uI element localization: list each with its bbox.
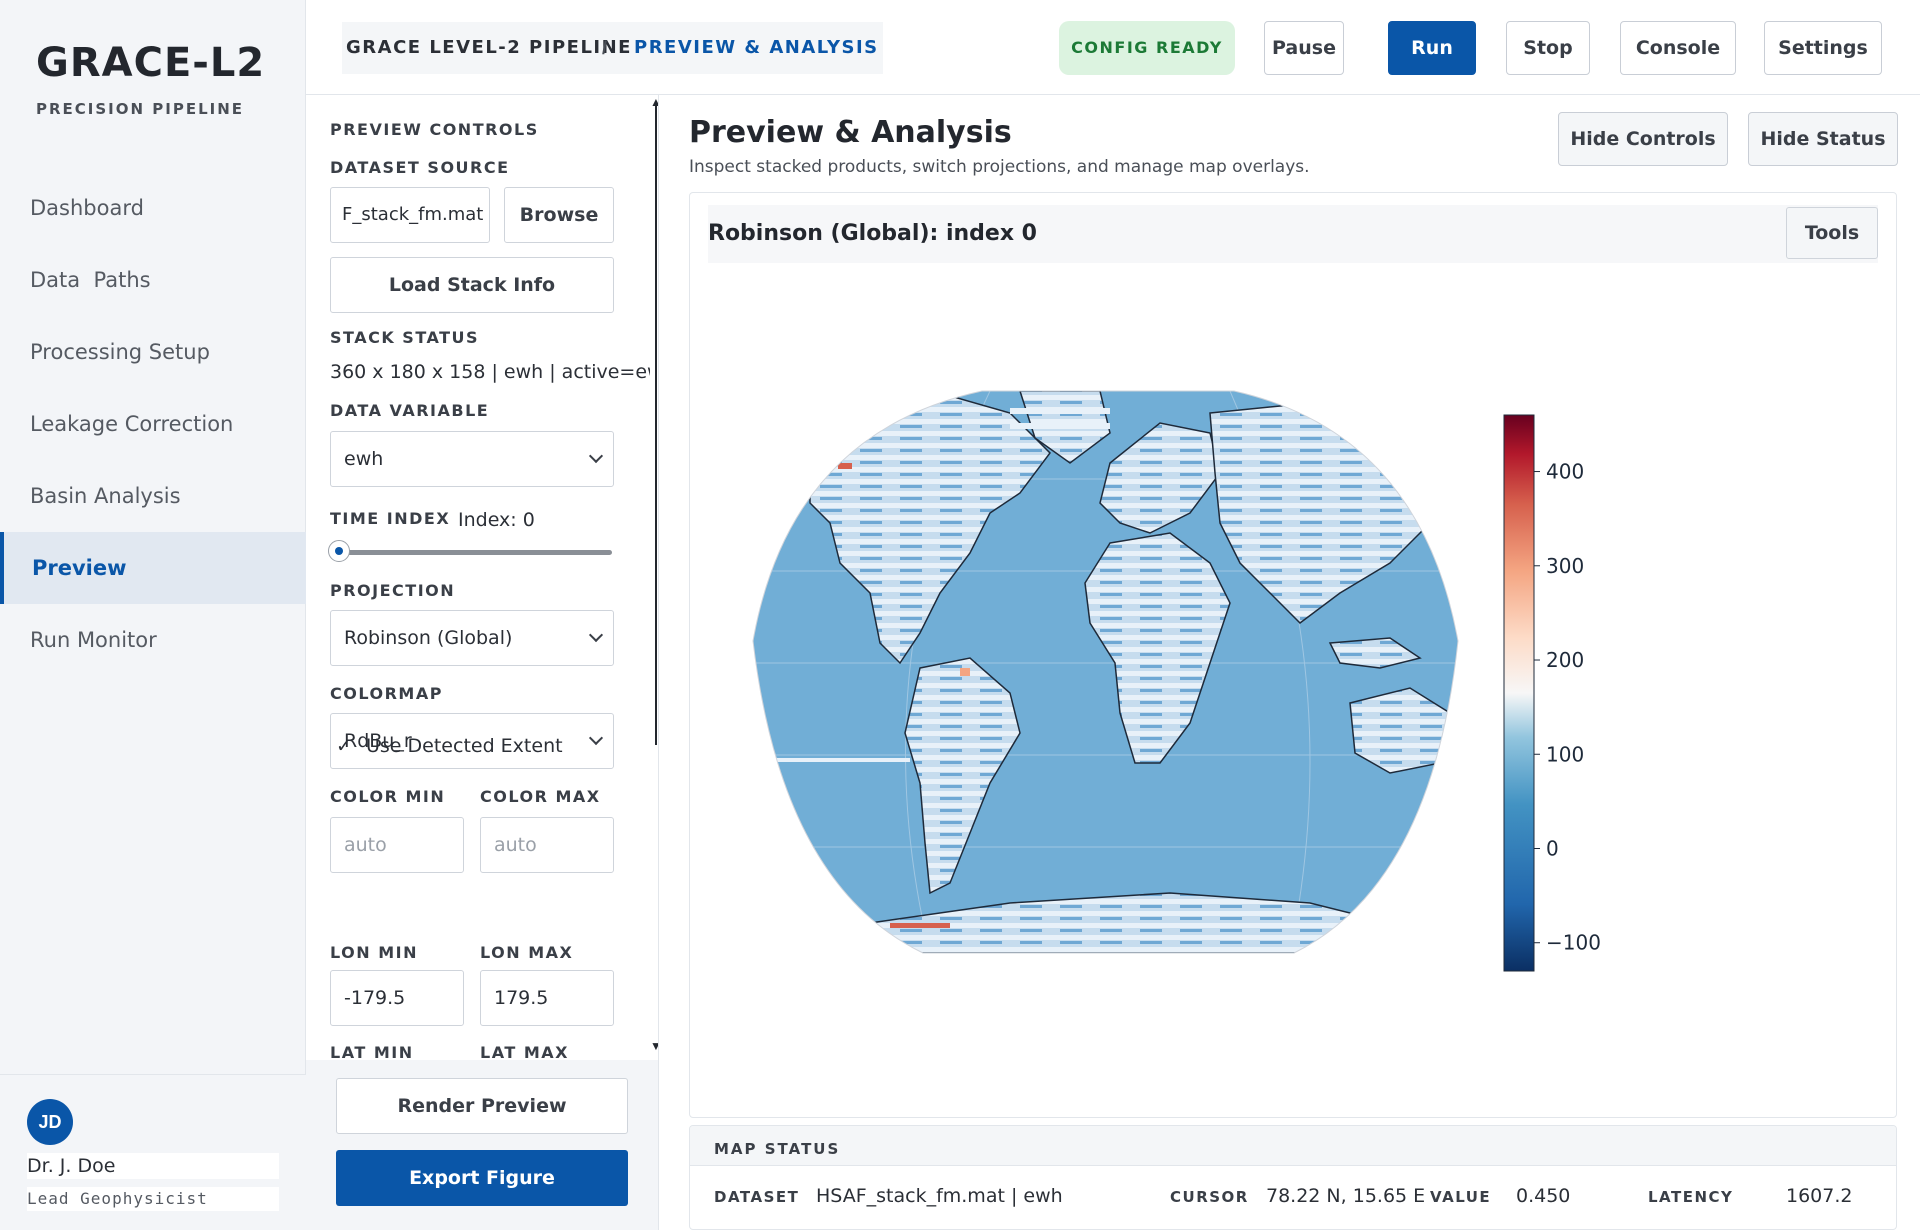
sidebar: GRACE-L2 PRECISION PIPELINE Dashboard Da… xyxy=(0,0,306,1230)
time-index-slider-thumb[interactable] xyxy=(328,540,350,562)
settings-button[interactable]: Settings xyxy=(1764,21,1882,75)
colorbar-tick-label: 100 xyxy=(1546,742,1584,766)
stack-status-value: 360 x 180 x 158 | ewh | active=ew xyxy=(330,361,650,383)
page-subtitle: Inspect stacked products, switch project… xyxy=(689,157,1310,177)
sidebar-item-dashboard[interactable]: Dashboard xyxy=(0,172,306,244)
projection-select[interactable]: Robinson (Global) xyxy=(330,610,614,666)
controls-scrollbar[interactable]: ▲ ▼ xyxy=(650,95,662,1060)
use-detected-extent-label[interactable]: Use Detected Extent xyxy=(366,735,563,757)
map-card: Robinson (Global): index 0 Tools 400 300… xyxy=(689,192,1897,1118)
map-title-bar: Robinson (Global): index 0 Tools xyxy=(708,205,1878,263)
top-bar: GRACE LEVEL-2 PIPELINE / PREVIEW & ANALY… xyxy=(306,0,1920,95)
controls-section-title: PREVIEW CONTROLS xyxy=(330,120,539,139)
export-figure-button[interactable]: Export Figure xyxy=(336,1150,628,1206)
dataset-source-label: DATASET SOURCE xyxy=(330,158,510,177)
status-cursor-value: 78.22 N, 15.65 E xyxy=(1266,1185,1426,1207)
preview-actions: Render Preview Export Figure xyxy=(306,1060,658,1230)
pause-button[interactable]: Pause xyxy=(1264,21,1344,75)
config-status-badge: CONFIG READY xyxy=(1059,21,1235,75)
run-button[interactable]: Run xyxy=(1388,21,1476,75)
avatar[interactable]: JD xyxy=(27,1099,73,1145)
color-max-input[interactable]: auto xyxy=(480,817,614,873)
lon-min-label: LON MIN xyxy=(330,943,418,962)
projection-value: Robinson (Global) xyxy=(344,627,513,649)
colorbar-tick-label: −100 xyxy=(1546,931,1601,955)
render-preview-button[interactable]: Render Preview xyxy=(336,1078,628,1134)
status-cursor-label: CURSOR xyxy=(1170,1188,1249,1206)
map-status-panel: MAP STATUS DATASET HSAF_stack_fm.mat | e… xyxy=(689,1125,1897,1230)
lat-max-label: LAT MAX xyxy=(480,1043,569,1060)
data-variable-select[interactable]: ewh xyxy=(330,431,614,487)
colorbar: 400 300 200 100 0 −100 xyxy=(1503,414,1601,972)
sidebar-item-processing-setup[interactable]: Processing Setup xyxy=(0,316,306,388)
color-max-label: COLOR MAX xyxy=(480,787,601,806)
colorbar-tick-label: 300 xyxy=(1546,554,1584,578)
stack-status-label: STACK STATUS xyxy=(330,328,480,347)
status-latency-value: 1607.2 xyxy=(1786,1185,1853,1207)
user-role: Lead Geophysicist xyxy=(27,1187,279,1211)
lon-max-label: LON MAX xyxy=(480,943,574,962)
load-stack-info-button[interactable]: Load Stack Info xyxy=(330,257,614,313)
sidebar-item-basin-analysis[interactable]: Basin Analysis xyxy=(0,460,306,532)
time-index-value: Index: 0 xyxy=(458,509,535,531)
breadcrumb-root[interactable]: GRACE LEVEL-2 PIPELINE xyxy=(342,22,636,74)
data-variable-label: DATA VARIABLE xyxy=(330,401,490,420)
map-title: Robinson (Global): index 0 xyxy=(708,221,1037,246)
sidebar-item-data-paths[interactable]: Data Paths xyxy=(0,244,306,316)
chevron-down-icon xyxy=(588,448,604,464)
user-name: Dr. J. Doe xyxy=(27,1153,279,1179)
breadcrumb-current: PREVIEW & ANALYSIS xyxy=(630,22,883,74)
map-figure[interactable]: 400 300 200 100 0 −100 xyxy=(690,263,1896,1113)
chevron-down-icon xyxy=(588,730,604,746)
hide-status-button[interactable]: Hide Status xyxy=(1748,112,1898,166)
map-globe xyxy=(753,391,1458,953)
status-value-label: VALUE xyxy=(1430,1188,1492,1206)
tools-button[interactable]: Tools xyxy=(1786,207,1878,259)
sidebar-item-run-monitor[interactable]: Run Monitor xyxy=(0,604,306,676)
user-panel: JD Dr. J. Doe Lead Geophysicist xyxy=(0,1074,306,1230)
dataset-source-input[interactable]: F_stack_fm.mat xyxy=(330,187,490,243)
colorbar-tick-label: 400 xyxy=(1546,460,1584,484)
lon-max-input[interactable]: 179.5 xyxy=(480,970,614,1026)
status-dataset-label: DATASET xyxy=(714,1188,800,1206)
sidebar-item-leakage-correction[interactable]: Leakage Correction xyxy=(0,388,306,460)
color-min-input[interactable]: auto xyxy=(330,817,464,873)
colorbar-ticks: 400 300 200 100 0 −100 xyxy=(1534,460,1601,955)
colorbar-tick-label: 200 xyxy=(1546,648,1584,672)
browse-button[interactable]: Browse xyxy=(504,187,614,243)
status-latency-label: LATENCY xyxy=(1648,1188,1734,1206)
sidebar-nav: Dashboard Data Paths Processing Setup Le… xyxy=(0,172,306,676)
map-status-title: MAP STATUS xyxy=(714,1140,841,1158)
lon-min-input[interactable]: -179.5 xyxy=(330,970,464,1026)
time-index-slider-track[interactable] xyxy=(344,550,612,555)
page-title: Preview & Analysis xyxy=(689,115,1012,150)
lat-min-label: LAT MIN xyxy=(330,1043,414,1060)
time-index-label: TIME INDEX xyxy=(330,509,451,528)
colormap-label: COLORMAP xyxy=(330,684,443,703)
main-content: Preview & Analysis Inspect stacked produ… xyxy=(658,95,1920,1230)
breadcrumb-separator: / xyxy=(602,38,608,58)
colorbar-tick-label: 0 xyxy=(1546,836,1559,860)
brand-title: GRACE-L2 xyxy=(36,40,266,86)
stop-button[interactable]: Stop xyxy=(1506,21,1590,75)
checkmark-icon[interactable]: ✓ xyxy=(336,735,352,757)
ocean-area xyxy=(753,391,1458,953)
data-variable-value: ewh xyxy=(344,448,384,470)
preview-controls-panel: PREVIEW CONTROLS DATASET SOURCE F_stack_… xyxy=(306,95,658,1060)
brand: GRACE-L2 PRECISION PIPELINE xyxy=(36,40,265,118)
color-min-label: COLOR MIN xyxy=(330,787,446,806)
brand-subtitle: PRECISION PIPELINE xyxy=(36,100,245,118)
scrollbar-track[interactable] xyxy=(655,105,657,745)
console-button[interactable]: Console xyxy=(1620,21,1736,75)
hide-controls-button[interactable]: Hide Controls xyxy=(1558,112,1728,166)
map-status-header: MAP STATUS xyxy=(690,1126,1896,1166)
status-value-value: 0.450 xyxy=(1516,1185,1571,1207)
colorbar-gradient xyxy=(1503,414,1535,972)
status-dataset-value: HSAF_stack_fm.mat | ewh xyxy=(816,1185,1063,1207)
sidebar-item-preview[interactable]: Preview xyxy=(0,532,306,604)
chevron-down-icon xyxy=(588,627,604,643)
projection-label: PROJECTION xyxy=(330,581,456,600)
